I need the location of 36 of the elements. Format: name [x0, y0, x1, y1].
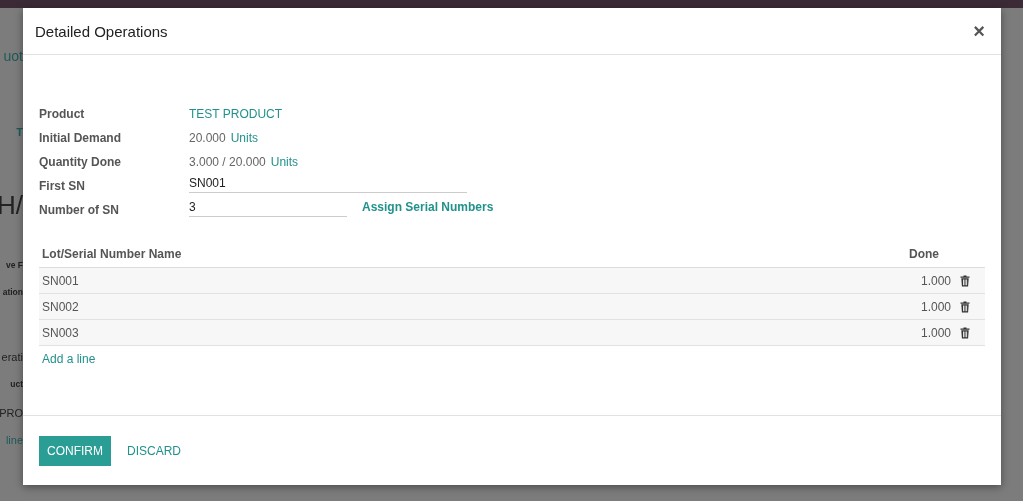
background-text: H/: [0, 190, 23, 221]
table-cell: 1.000: [920, 299, 951, 314]
trash-icon[interactable]: [960, 326, 970, 339]
field-label: Product: [39, 107, 86, 121]
quantity-value: 3.000 / 20.000: [189, 155, 266, 169]
table-cell: 1.000: [920, 273, 951, 288]
background-text: PRO: [0, 407, 23, 419]
discard-button[interactable]: DISCARD: [119, 435, 189, 466]
field-label: Quantity Done: [39, 155, 122, 169]
dialog-title: Detailed Operations: [35, 22, 168, 40]
field-label: Initial Demand: [39, 131, 122, 145]
trash-icon[interactable]: [960, 274, 970, 287]
product-link[interactable]: TEST PRODUCT: [189, 107, 283, 121]
table-cell: 1.000: [920, 325, 951, 340]
assign-button[interactable]: Assign Serial Numbers: [362, 200, 494, 217]
unit-link[interactable]: Units: [230, 131, 259, 145]
table-cell-text: SN003: [42, 325, 80, 340]
confirm-button[interactable]: CONFIRM: [39, 435, 111, 466]
field-label: Number of SN: [39, 203, 120, 217]
background-text: ation: [2, 287, 23, 297]
background-text: uct: [10, 379, 23, 389]
close-button[interactable]: ×: [969, 19, 989, 43]
background-text: uot: [3, 48, 23, 64]
background-text: erati: [1, 351, 23, 363]
column-header: Lot/Serial Number Name: [42, 247, 182, 261]
trash-icon[interactable]: [960, 300, 970, 313]
unit-link[interactable]: Units: [270, 155, 299, 169]
background-text: line: [5, 434, 23, 446]
background-text: ve F: [6, 260, 23, 270]
background-text: T: [16, 126, 23, 138]
add-line-link[interactable]: Add a line: [42, 352, 96, 366]
table-cell-text: SN002: [42, 299, 80, 314]
table-cell-text: SN001: [42, 273, 80, 288]
quantity-value: 20.000: [189, 131, 226, 145]
field-label: First SN: [39, 179, 86, 193]
column-header: Done: [909, 247, 939, 261]
